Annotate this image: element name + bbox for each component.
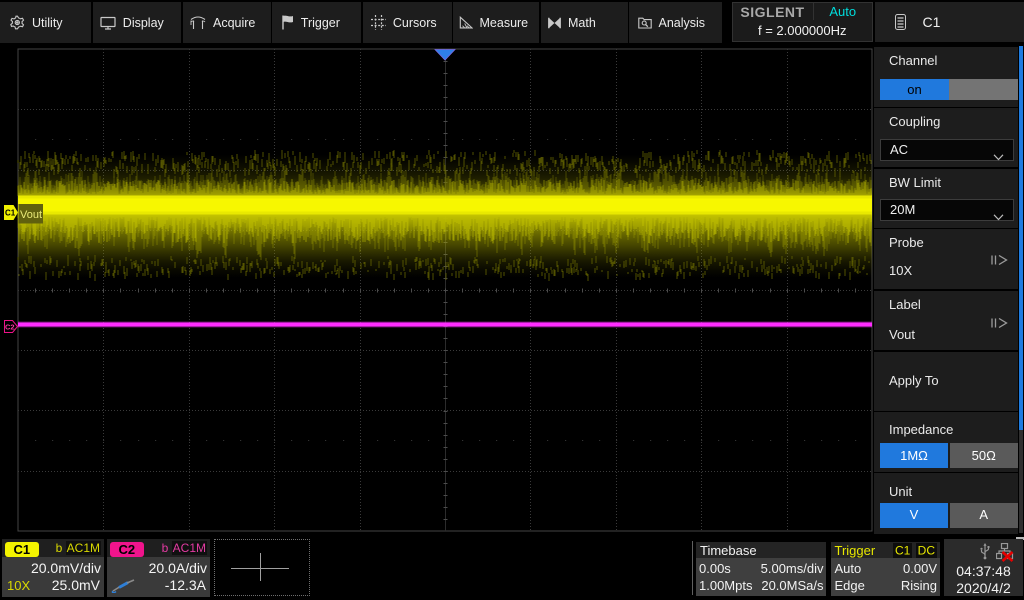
svg-text:Vout: Vout: [20, 209, 42, 221]
svg-text:C1: C1: [5, 209, 16, 218]
svg-text:C2: C2: [5, 323, 15, 332]
